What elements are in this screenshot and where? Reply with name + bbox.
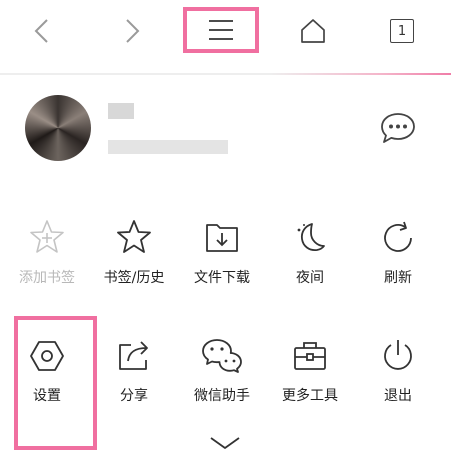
- folder-download-icon: [206, 224, 238, 252]
- exit-button[interactable]: 退出: [360, 333, 436, 415]
- refresh-icon: [384, 221, 412, 252]
- refresh-label: 刷新: [384, 270, 412, 286]
- share-button[interactable]: 分享: [96, 333, 172, 415]
- more-tools-label: 更多工具: [282, 388, 338, 404]
- star-plus-icon: [30, 220, 64, 253]
- toolbar-divider: [0, 73, 451, 75]
- avatar[interactable]: [25, 95, 91, 161]
- star-icon: [117, 220, 151, 253]
- chat-bubble-icon: [381, 113, 415, 143]
- home-button[interactable]: [290, 0, 336, 62]
- menu-button[interactable]: [183, 7, 259, 53]
- tabs-button[interactable]: 1: [380, 0, 424, 62]
- hamburger-menu-icon: [209, 20, 233, 40]
- exit-label: 退出: [384, 388, 412, 404]
- bookmarks-history-button[interactable]: 书签/历史: [96, 215, 172, 297]
- forward-button[interactable]: [110, 0, 154, 62]
- wechat-icon: [202, 339, 242, 373]
- file-download-label: 文件下载: [194, 270, 250, 286]
- night-mode-button[interactable]: 夜间: [272, 215, 348, 297]
- power-icon: [384, 340, 412, 370]
- refresh-button[interactable]: 刷新: [360, 215, 436, 297]
- moon-icon: [297, 223, 325, 252]
- add-bookmark-button[interactable]: 添加书签: [9, 215, 85, 297]
- chevron-down-icon: [210, 437, 240, 449]
- file-download-button[interactable]: 文件下载: [184, 215, 260, 297]
- back-button[interactable]: [20, 0, 64, 62]
- messages-button[interactable]: [376, 108, 420, 148]
- user-name-blurred: [108, 103, 134, 119]
- add-bookmark-label: 添加书签: [19, 270, 75, 286]
- chevron-right-icon: [126, 19, 140, 43]
- share-label: 分享: [120, 388, 148, 404]
- tab-count-icon: 1: [390, 19, 414, 43]
- browser-toolbar: 1: [0, 0, 451, 62]
- bookmarks-history-label: 书签/历史: [103, 270, 165, 286]
- more-tools-button[interactable]: 更多工具: [272, 333, 348, 415]
- home-icon: [301, 19, 325, 43]
- share-icon: [119, 341, 148, 370]
- night-mode-label: 夜间: [296, 270, 324, 286]
- collapse-menu-button[interactable]: [200, 428, 250, 458]
- toolbox-icon: [294, 342, 326, 370]
- settings-highlight-box: [14, 316, 97, 450]
- user-subtitle-blurred: [108, 140, 228, 154]
- wechat-assistant-button[interactable]: 微信助手: [184, 333, 260, 415]
- wechat-assistant-label: 微信助手: [194, 388, 250, 404]
- chevron-left-icon: [34, 19, 48, 43]
